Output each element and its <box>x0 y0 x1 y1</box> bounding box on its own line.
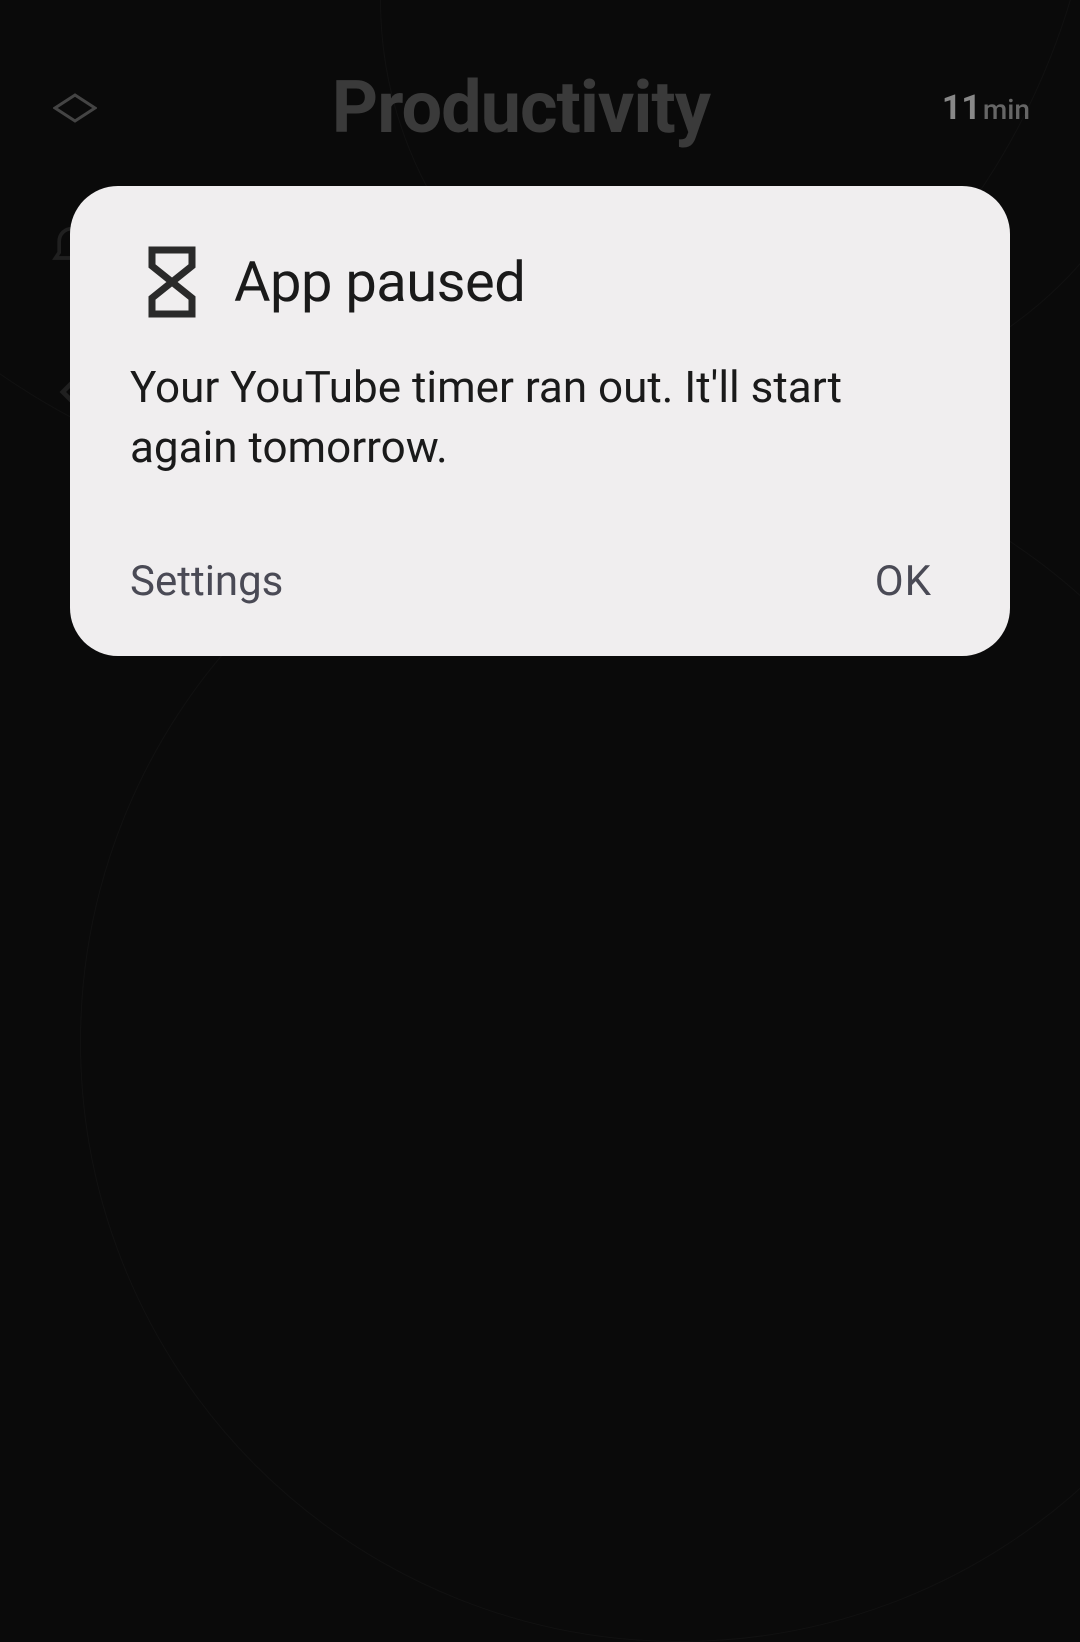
dialog-actions: Settings OK <box>130 557 950 606</box>
dialog-header: App paused <box>130 246 950 318</box>
dialog-title: App paused <box>234 249 525 315</box>
dialog-message: Your YouTube timer ran out. It'll start … <box>130 358 950 477</box>
ok-button[interactable]: OK <box>875 557 950 606</box>
app-paused-dialog: App paused Your YouTube timer ran out. I… <box>70 186 1010 656</box>
settings-button[interactable]: Settings <box>130 557 283 606</box>
dialog-overlay: App paused Your YouTube timer ran out. I… <box>0 0 1080 842</box>
hourglass-icon <box>148 246 196 318</box>
